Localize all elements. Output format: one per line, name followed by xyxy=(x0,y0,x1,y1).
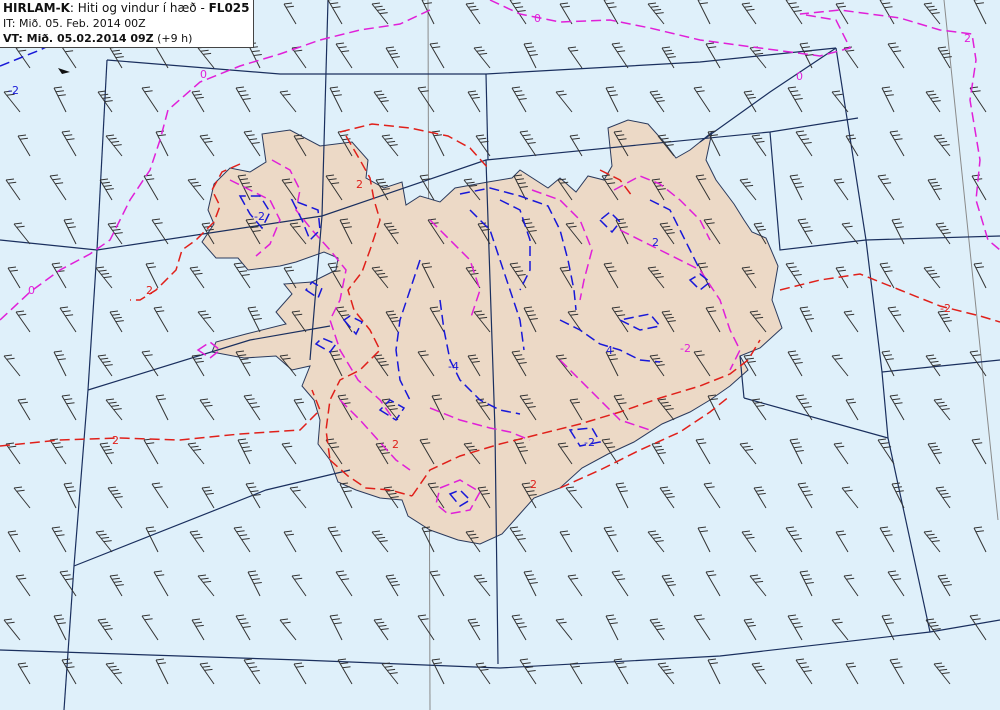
valid-time-value: Mið. 05.02.2014 09Z xyxy=(26,32,154,45)
contour-label: 0 xyxy=(796,70,803,83)
title-separator: : xyxy=(69,1,78,15)
contour-label: 2 xyxy=(392,438,399,451)
contour-label: 2 xyxy=(112,434,119,447)
product-description: Hiti og vindur í hæð xyxy=(77,1,197,15)
contour-label: 2 xyxy=(146,284,153,297)
contour-label: -2 xyxy=(8,84,19,97)
contour-label: -2 xyxy=(680,342,691,355)
forecast-map: -2 0 0 0 2 2 -2 2 -2 2 2 4 -4 -2 2 -2 0 … xyxy=(0,0,1000,710)
initial-time-label: IT: xyxy=(3,17,19,30)
forecast-info-box: HIRLAM-K: Hiti og vindur í hæð - FL025 I… xyxy=(0,0,254,48)
contour-label: -2 xyxy=(254,210,265,223)
contour-label: 4 xyxy=(606,344,613,357)
contour-label: -4 xyxy=(448,360,459,373)
contour-label: 2 xyxy=(652,236,659,249)
flight-level: FL025 xyxy=(208,1,250,15)
valid-time-line: VT: Mið. 05.02.2014 09Z (+9 h) xyxy=(3,31,250,46)
contour-label: 2 xyxy=(530,478,537,491)
model-name: HIRLAM-K xyxy=(3,1,70,15)
initial-time-value: Mið. 05. Feb. 2014 00Z xyxy=(18,17,146,30)
title-separator-2: - xyxy=(196,1,209,15)
contour-label: -2 xyxy=(584,436,595,449)
initial-time-line: IT: Mið. 05. Feb. 2014 00Z xyxy=(3,16,250,31)
contour-label: -2 xyxy=(940,302,951,315)
title-line: HIRLAM-K: Hiti og vindur í hæð - FL025 xyxy=(3,1,250,16)
valid-time-label: VT: xyxy=(3,32,27,45)
contour-label: 2 xyxy=(964,32,971,45)
contour-label: 0 xyxy=(28,284,35,297)
contour-label: 0 xyxy=(200,68,207,81)
valid-time-offset: (+9 h) xyxy=(153,32,193,45)
contour-label: 2 xyxy=(356,178,363,191)
contour-label: 0 xyxy=(534,12,541,25)
